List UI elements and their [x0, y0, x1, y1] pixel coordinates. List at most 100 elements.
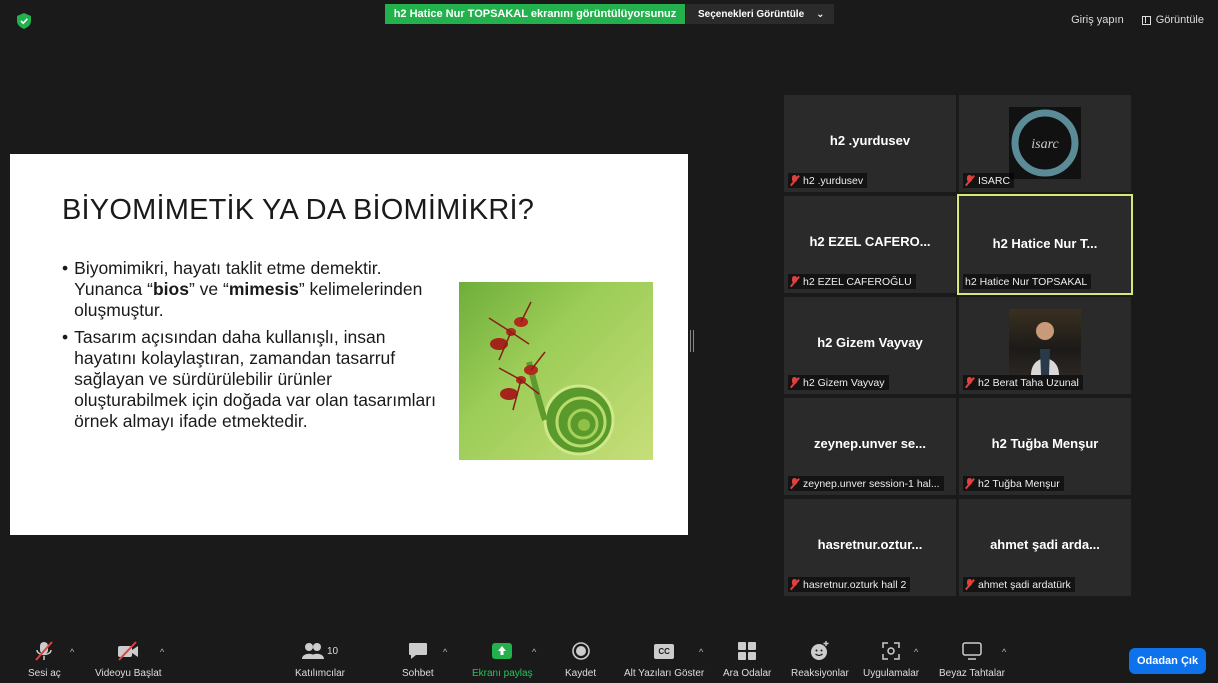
- participant-tile[interactable]: h2 Gizem Vayvay h2 Gizem Vayvay: [784, 297, 956, 394]
- leave-room-button[interactable]: Odadan Çık: [1129, 648, 1206, 674]
- participant-tile-active-speaker[interactable]: h2 Hatice Nur T... h2 Hatice Nur TOPSAKA…: [957, 194, 1133, 295]
- share-screen-button[interactable]: Ekranı paylaş: [472, 638, 533, 679]
- ants-on-plant-image: [459, 282, 653, 460]
- layout-icon: [1141, 15, 1151, 25]
- isarc-logo-text: isarc: [1031, 137, 1059, 152]
- participant-name: zeynep.unver se...: [814, 436, 926, 451]
- start-video-button[interactable]: Videoyu Başlat: [95, 638, 162, 679]
- participants-label: Katılımcılar: [295, 668, 346, 679]
- bullet-item: • Biyomimikri, hayatı taklit etme demekt…: [62, 258, 442, 321]
- reactions-icon: [810, 641, 829, 660]
- view-button[interactable]: Görüntüle: [1141, 14, 1204, 26]
- whiteboards-button[interactable]: Beyaz Tahtalar: [939, 638, 1005, 679]
- participant-label: h2 .yurdusev: [788, 173, 868, 188]
- view-options-button[interactable]: Seçenekleri Görüntüle ⌄: [686, 4, 834, 24]
- record-label: Kaydet: [565, 668, 597, 679]
- participant-count: 10: [326, 645, 339, 657]
- participant-tile[interactable]: isarc ISARC: [959, 95, 1131, 192]
- participant-label: h2 Hatice Nur TOPSAKAL: [963, 274, 1092, 289]
- chevron-up-icon[interactable]: ^: [1002, 647, 1006, 657]
- apps-button[interactable]: Uygulamalar: [863, 638, 919, 679]
- slide-title: BİYOMİMETİK YA DA BİOMİMİKRİ?: [62, 194, 535, 226]
- breakout-rooms-button[interactable]: Ara Odalar: [723, 638, 771, 679]
- shield-icon[interactable]: [17, 13, 31, 29]
- chat-icon: [408, 643, 427, 659]
- participant-tile[interactable]: h2 .yurdusev h2 .yurdusev: [784, 95, 956, 192]
- participant-tile[interactable]: h2 Tuğba Menşur h2 Tuğba Menşur: [959, 398, 1131, 495]
- shared-slide: BİYOMİMETİK YA DA BİOMİMİKRİ? • Biyomimi…: [10, 154, 688, 535]
- chevron-up-icon[interactable]: ^: [443, 647, 447, 657]
- participant-name: h2 EZEL CAFERO...: [809, 234, 931, 249]
- participant-label: hasretnur.ozturk hall 2: [788, 577, 911, 592]
- reactions-button[interactable]: Reaksiyonlar: [791, 638, 849, 679]
- participants-button[interactable]: 10 Katılımcılar: [295, 638, 345, 679]
- mic-muted-icon: [790, 175, 799, 186]
- participant-tile[interactable]: h2 EZEL CAFERO... h2 EZEL CAFEROĞLU: [784, 196, 956, 293]
- mic-muted-icon: [35, 641, 54, 661]
- share-screen-label: Ekranı paylaş: [472, 668, 533, 679]
- mic-muted-icon: [965, 478, 974, 489]
- captions-button[interactable]: CC Alt Yazıları Göster: [624, 638, 704, 679]
- chevron-up-icon[interactable]: ^: [914, 647, 918, 657]
- participant-tile[interactable]: hasretnur.oztur... hasretnur.ozturk hall…: [784, 499, 956, 596]
- bullet-dot: •: [62, 258, 69, 278]
- breakout-rooms-label: Ara Odalar: [723, 668, 772, 679]
- participant-name: h2 Gizem Vayvay: [817, 335, 923, 350]
- bullet-item: • Tasarım açısından daha kullanışlı, ins…: [62, 327, 442, 432]
- participant-label: h2 Tuğba Menşur: [963, 476, 1064, 491]
- slide-bullets: • Biyomimikri, hayatı taklit etme demekt…: [62, 258, 442, 438]
- participant-label: ISARC: [963, 173, 1015, 188]
- breakout-rooms-icon: [738, 642, 757, 660]
- apps-icon: [882, 642, 900, 660]
- participant-name: h2 Hatice Nur T...: [992, 236, 1098, 251]
- view-label: Görüntüle: [1155, 14, 1204, 26]
- participant-label: h2 Gizem Vayvay: [788, 375, 889, 390]
- mic-muted-icon: [790, 276, 799, 287]
- chevron-up-icon[interactable]: ^: [160, 647, 164, 657]
- whiteboard-icon: [962, 642, 982, 660]
- unmute-label: Sesi aç: [28, 668, 61, 679]
- apps-label: Uygulamalar: [863, 668, 920, 679]
- chevron-down-icon: ⌄: [816, 8, 825, 20]
- split-resize-handle[interactable]: [690, 330, 694, 352]
- participants-icon: [301, 643, 324, 659]
- chevron-up-icon[interactable]: ^: [70, 647, 74, 657]
- participant-label: ahmet şadi ardatürk: [963, 577, 1075, 592]
- video-off-icon: [118, 641, 139, 661]
- screen-share-banner: h2 Hatice Nur TOPSAKAL ekranını görüntül…: [385, 4, 685, 24]
- view-options-label: Seçenekleri Görüntüle: [698, 8, 805, 20]
- mic-muted-icon: [965, 377, 974, 388]
- mic-muted-icon: [790, 478, 799, 489]
- participant-name: hasretnur.oztur...: [817, 537, 923, 552]
- isarc-logo: isarc: [1009, 107, 1081, 179]
- record-button[interactable]: Kaydet: [565, 638, 596, 679]
- participant-tile[interactable]: h2 Berat Taha Uzunal: [959, 297, 1131, 394]
- participant-label: zeynep.unver session-1 hal...: [788, 476, 944, 491]
- unmute-button[interactable]: Sesi aç: [28, 638, 61, 679]
- chevron-up-icon[interactable]: ^: [532, 647, 536, 657]
- bullet-text: Tasarım açısından daha kullanışlı, insan…: [74, 327, 436, 431]
- sign-in-link[interactable]: Giriş yapın: [1071, 14, 1124, 26]
- chat-button[interactable]: Sohbet: [402, 638, 434, 679]
- chat-label: Sohbet: [402, 668, 434, 679]
- start-video-label: Videoyu Başlat: [95, 668, 162, 679]
- mic-muted-icon: [965, 579, 974, 590]
- participant-tile[interactable]: ahmet şadi arda... ahmet şadi ardatürk: [959, 499, 1131, 596]
- captions-label: Alt Yazıları Göster: [624, 668, 705, 679]
- bullet-text: Biyomimikri, hayatı taklit etme demektir…: [74, 258, 423, 320]
- whiteboards-label: Beyaz Tahtalar: [939, 668, 1005, 679]
- reactions-label: Reaksiyonlar: [791, 668, 849, 679]
- mic-muted-icon: [790, 579, 799, 590]
- participant-video: [1009, 309, 1081, 375]
- participant-label: h2 EZEL CAFEROĞLU: [788, 274, 916, 289]
- share-screen-icon: [492, 643, 513, 659]
- participant-tile[interactable]: zeynep.unver se... zeynep.unver session-…: [784, 398, 956, 495]
- mic-muted-icon: [790, 377, 799, 388]
- participant-name: ahmet şadi arda...: [990, 537, 1100, 552]
- mic-muted-icon: [965, 175, 974, 186]
- bullet-dot: •: [62, 327, 69, 347]
- participant-name: h2 Tuğba Menşur: [991, 436, 1099, 451]
- participant-name: h2 .yurdusev: [829, 133, 911, 148]
- cc-icon: CC: [654, 643, 675, 659]
- chevron-up-icon[interactable]: ^: [699, 647, 703, 657]
